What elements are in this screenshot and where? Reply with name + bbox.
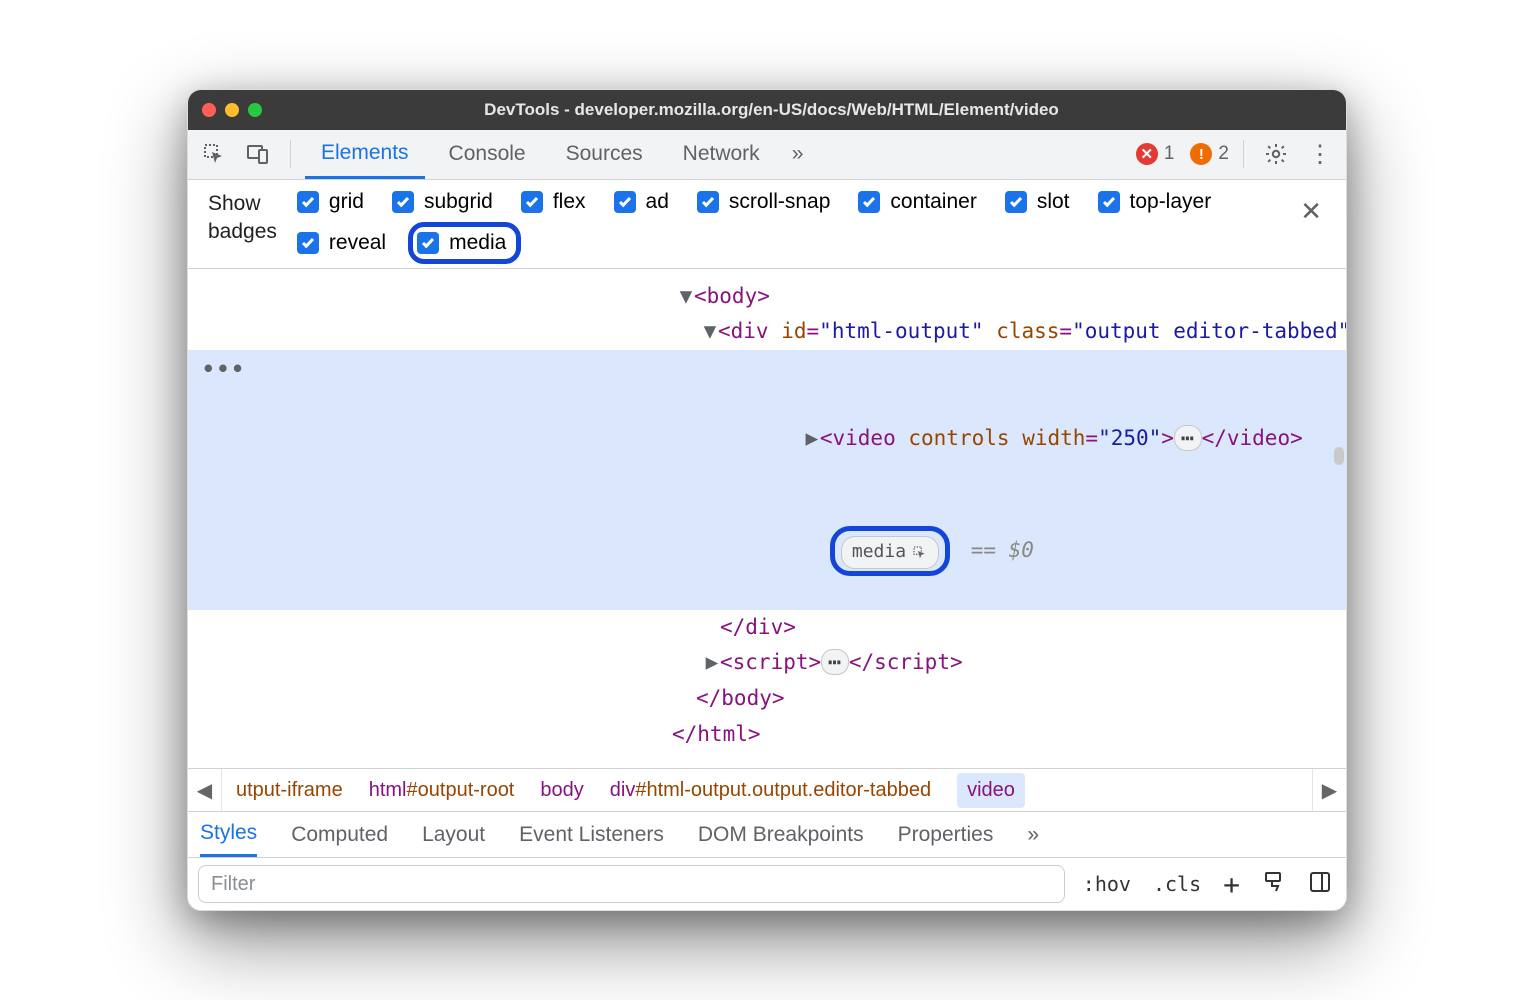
window-title: DevTools - developer.mozilla.org/en-US/d… <box>271 100 1332 120</box>
badges-grid: grid subgrid flex ad scroll-snap contain… <box>297 190 1270 258</box>
dom-line-script[interactable]: ▶<script>⋯</script> <box>188 645 1346 681</box>
badge-container[interactable]: container <box>858 190 976 214</box>
dom-line-div-open[interactable]: ▼<div id="html-output" class="output edi… <box>188 314 1346 350</box>
close-badges-button[interactable]: ✕ <box>1290 190 1332 233</box>
cls-toggle[interactable]: .cls <box>1149 868 1205 900</box>
media-pill-highlight: media <box>830 526 950 576</box>
error-orange-count: 2 <box>1218 143 1229 165</box>
dom-line-body-close[interactable]: </body> <box>188 681 1346 717</box>
tab-console[interactable]: Console <box>433 130 542 179</box>
tab-elements[interactable]: Elements <box>305 130 425 179</box>
collapsed-ellipsis[interactable]: ⋯ <box>1174 425 1202 451</box>
traffic-light-zoom[interactable] <box>248 103 262 117</box>
checkbox-icon <box>697 191 719 213</box>
stab-styles[interactable]: Styles <box>200 812 257 857</box>
badges-label: Show badges <box>208 190 277 247</box>
stab-properties[interactable]: Properties <box>898 812 994 857</box>
checkbox-icon <box>1005 191 1027 213</box>
dollar-zero: == $0 <box>971 538 1034 562</box>
badges-label-1: Show <box>208 190 277 218</box>
tabs-more[interactable]: » <box>784 130 812 179</box>
breadcrumbs: ◀ utput-iframe html#output-root body div… <box>188 768 1346 812</box>
stabs-more[interactable]: » <box>1027 812 1039 857</box>
scrollbar-thumb[interactable] <box>1334 447 1344 465</box>
brush-icon[interactable] <box>1258 866 1290 903</box>
breadcrumb-item[interactable]: body <box>540 779 583 802</box>
checkbox-icon <box>297 191 319 213</box>
checkbox-icon <box>297 232 319 254</box>
dom-line-media-pill: media == $0 <box>188 493 1346 610</box>
checkbox-icon <box>521 191 543 213</box>
dom-tree[interactable]: ▼<body> ▼<div id="html-output" class="ou… <box>188 269 1346 769</box>
stab-dom-breakpoints[interactable]: DOM Breakpoints <box>698 812 864 857</box>
breadcrumb-next[interactable]: ▶ <box>1312 769 1346 811</box>
badges-label-2: badges <box>208 218 277 246</box>
breadcrumb-prev[interactable]: ◀ <box>188 769 222 811</box>
new-style-rule-icon[interactable]: + <box>1219 864 1244 905</box>
badge-subgrid[interactable]: subgrid <box>392 190 493 214</box>
breadcrumb-item[interactable]: utput-iframe <box>236 779 343 802</box>
titlebar: DevTools - developer.mozilla.org/en-US/d… <box>188 90 1346 130</box>
hov-toggle[interactable]: :hov <box>1079 868 1135 900</box>
error-count-orange[interactable]: ! 2 <box>1190 143 1229 165</box>
stab-layout[interactable]: Layout <box>422 812 485 857</box>
checkbox-icon <box>417 232 439 254</box>
dom-line-body[interactable]: ▼<body> <box>188 279 1346 315</box>
main-toolbar: Elements Console Sources Network » ✕ 1 !… <box>188 130 1346 180</box>
panel-layout-icon[interactable] <box>1304 866 1336 903</box>
badge-top-layer[interactable]: top-layer <box>1098 190 1212 214</box>
inspect-icon[interactable] <box>196 138 232 170</box>
badge-media[interactable]: media <box>417 231 506 255</box>
media-badge-pill[interactable]: media <box>841 536 939 569</box>
stab-event-listeners[interactable]: Event Listeners <box>519 812 664 857</box>
traffic-light-close[interactable] <box>202 103 216 117</box>
checkbox-icon <box>1098 191 1120 213</box>
badge-grid[interactable]: grid <box>297 190 364 214</box>
kebab-menu-icon[interactable]: ⋮ <box>1302 136 1338 173</box>
checkbox-icon <box>858 191 880 213</box>
collapsed-ellipsis[interactable]: ⋯ <box>821 649 849 675</box>
breadcrumb-item-selected[interactable]: video <box>957 773 1025 808</box>
badge-media-highlight: media <box>408 222 521 264</box>
devtools-window: DevTools - developer.mozilla.org/en-US/d… <box>187 89 1347 912</box>
warning-icon: ! <box>1190 143 1212 165</box>
badge-reveal[interactable]: reveal <box>297 231 386 255</box>
dom-line-div-close[interactable]: </div> <box>188 610 1346 646</box>
badge-scroll-snap[interactable]: scroll-snap <box>697 190 831 214</box>
breadcrumb-item[interactable]: html#output-root <box>369 779 515 802</box>
device-toggle-icon[interactable] <box>240 138 276 170</box>
error-red-count: 1 <box>1164 143 1175 165</box>
tab-sources[interactable]: Sources <box>550 130 659 179</box>
badges-bar: Show badges grid subgrid flex ad scroll-… <box>188 180 1346 269</box>
badge-flex[interactable]: flex <box>521 190 586 214</box>
settings-icon[interactable] <box>1258 138 1294 170</box>
traffic-light-minimize[interactable] <box>225 103 239 117</box>
checkbox-icon <box>614 191 636 213</box>
error-icon: ✕ <box>1136 143 1158 165</box>
badge-slot[interactable]: slot <box>1005 190 1070 214</box>
checkbox-icon <box>392 191 414 213</box>
ellipsis-icon[interactable]: ••• <box>202 352 246 388</box>
badge-ad[interactable]: ad <box>614 190 669 214</box>
breadcrumb-item[interactable]: div#html-output.output.editor-tabbed <box>610 779 931 802</box>
stab-computed[interactable]: Computed <box>291 812 388 857</box>
styles-filter-row: :hov .cls + <box>188 858 1346 910</box>
dom-line-html-close[interactable]: </html> <box>188 717 1346 753</box>
tab-network[interactable]: Network <box>667 130 776 179</box>
styles-filter-input[interactable] <box>198 865 1065 903</box>
error-count-red[interactable]: ✕ 1 <box>1136 143 1175 165</box>
styles-tabs: Styles Computed Layout Event Listeners D… <box>188 812 1346 858</box>
dom-line-video[interactable]: ••• ▶<video controls width="250">⋯</vide… <box>188 350 1346 493</box>
